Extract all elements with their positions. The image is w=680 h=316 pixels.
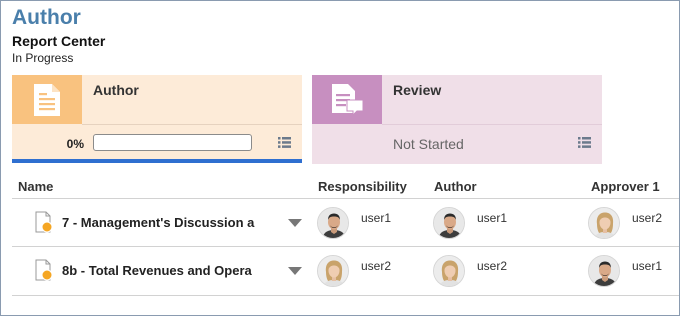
stage-card-author[interactable]: Author 0% — [12, 75, 302, 163]
male-avatar-icon — [318, 208, 348, 238]
avatar — [588, 207, 620, 239]
chevron-down-icon[interactable] — [288, 267, 302, 275]
chevron-down-icon[interactable] — [288, 219, 302, 227]
column-header-responsibility[interactable]: Responsibility — [318, 179, 407, 194]
approver-user: user2 — [632, 211, 663, 225]
row-divider — [12, 295, 679, 296]
table-row[interactable]: 7 - Management's Discussion a user1 user… — [12, 199, 679, 246]
table-row[interactable]: 8b - Total Revenues and Opera user2 user… — [12, 247, 679, 294]
female-avatar-icon — [318, 256, 348, 286]
author-user: user1 — [477, 211, 508, 225]
stage-status-review: Not Started — [393, 136, 464, 152]
female-avatar-icon — [589, 208, 619, 238]
stage-name-review: Review — [393, 82, 442, 98]
column-header-author[interactable]: Author — [434, 179, 477, 194]
report-name: Report Center — [12, 33, 106, 49]
avatar — [588, 255, 620, 287]
document-name[interactable]: 7 - Management's Discussion a — [62, 215, 270, 230]
progress-bar — [93, 134, 252, 151]
document-status-icon — [35, 211, 53, 233]
review-document-icon — [312, 75, 382, 124]
author-user: user2 — [477, 259, 508, 273]
page-title: Author — [12, 6, 81, 29]
column-header-approver-1[interactable]: Approver 1 — [591, 179, 660, 194]
male-avatar-icon — [434, 208, 464, 238]
document-status-icon — [35, 259, 53, 281]
stage-name-author: Author — [93, 82, 139, 98]
avatar — [433, 255, 465, 287]
male-avatar-icon — [589, 256, 619, 286]
workflow-status: In Progress — [12, 51, 74, 65]
approver-user: user1 — [632, 259, 663, 273]
document-name[interactable]: 8b - Total Revenues and Opera — [62, 263, 270, 278]
female-avatar-icon — [434, 256, 464, 286]
avatar — [317, 255, 349, 287]
stage-divider — [82, 124, 302, 125]
responsibility-user: user1 — [361, 211, 392, 225]
progress-percent: 0% — [66, 137, 84, 151]
column-header-name[interactable]: Name — [18, 179, 53, 194]
stage-card-review[interactable]: Review Not Started — [312, 75, 602, 164]
list-icon[interactable] — [278, 137, 291, 148]
report-center-panel: Author Report Center In Progress Author … — [0, 0, 680, 316]
stage-divider — [382, 124, 602, 125]
responsibility-user: user2 — [361, 259, 392, 273]
document-icon — [12, 75, 82, 124]
avatar — [317, 207, 349, 239]
list-icon[interactable] — [578, 137, 591, 148]
avatar — [433, 207, 465, 239]
